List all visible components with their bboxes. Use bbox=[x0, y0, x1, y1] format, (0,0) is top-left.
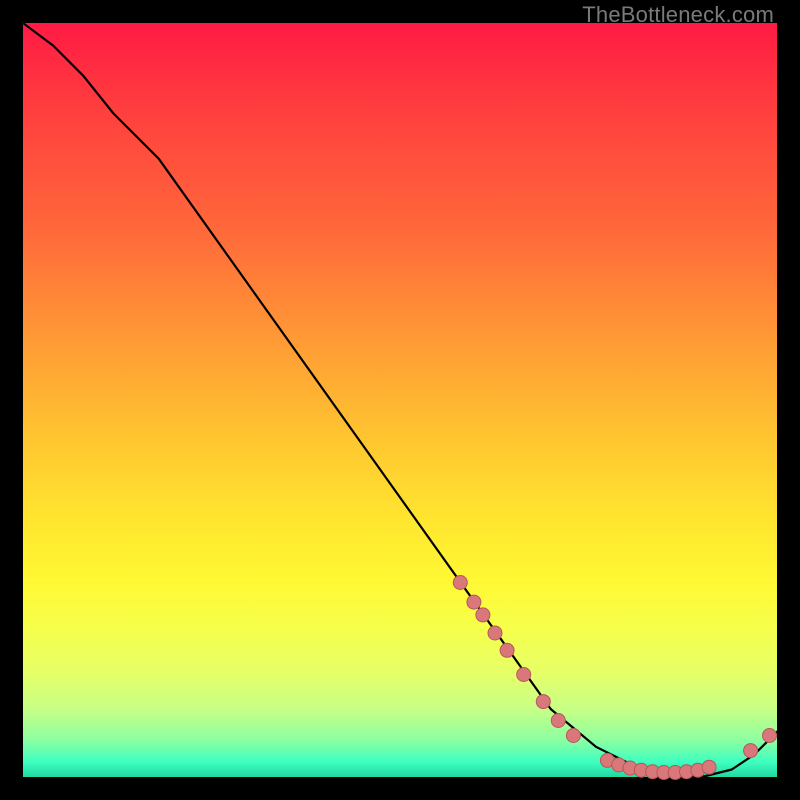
bottleneck-curve bbox=[23, 23, 777, 777]
data-marker bbox=[763, 729, 777, 743]
data-marker bbox=[536, 695, 550, 709]
data-marker bbox=[453, 576, 467, 590]
data-marker bbox=[467, 595, 481, 609]
data-marker bbox=[488, 626, 502, 640]
chart-svg bbox=[23, 23, 777, 777]
data-marker bbox=[566, 729, 580, 743]
data-markers bbox=[453, 576, 776, 780]
plot-area bbox=[23, 23, 777, 777]
data-marker bbox=[744, 744, 758, 758]
chart-frame: TheBottleneck.com bbox=[0, 0, 800, 800]
data-marker bbox=[702, 760, 716, 774]
data-marker bbox=[551, 714, 565, 728]
data-marker bbox=[517, 668, 531, 682]
data-marker bbox=[500, 643, 514, 657]
data-marker bbox=[476, 608, 490, 622]
